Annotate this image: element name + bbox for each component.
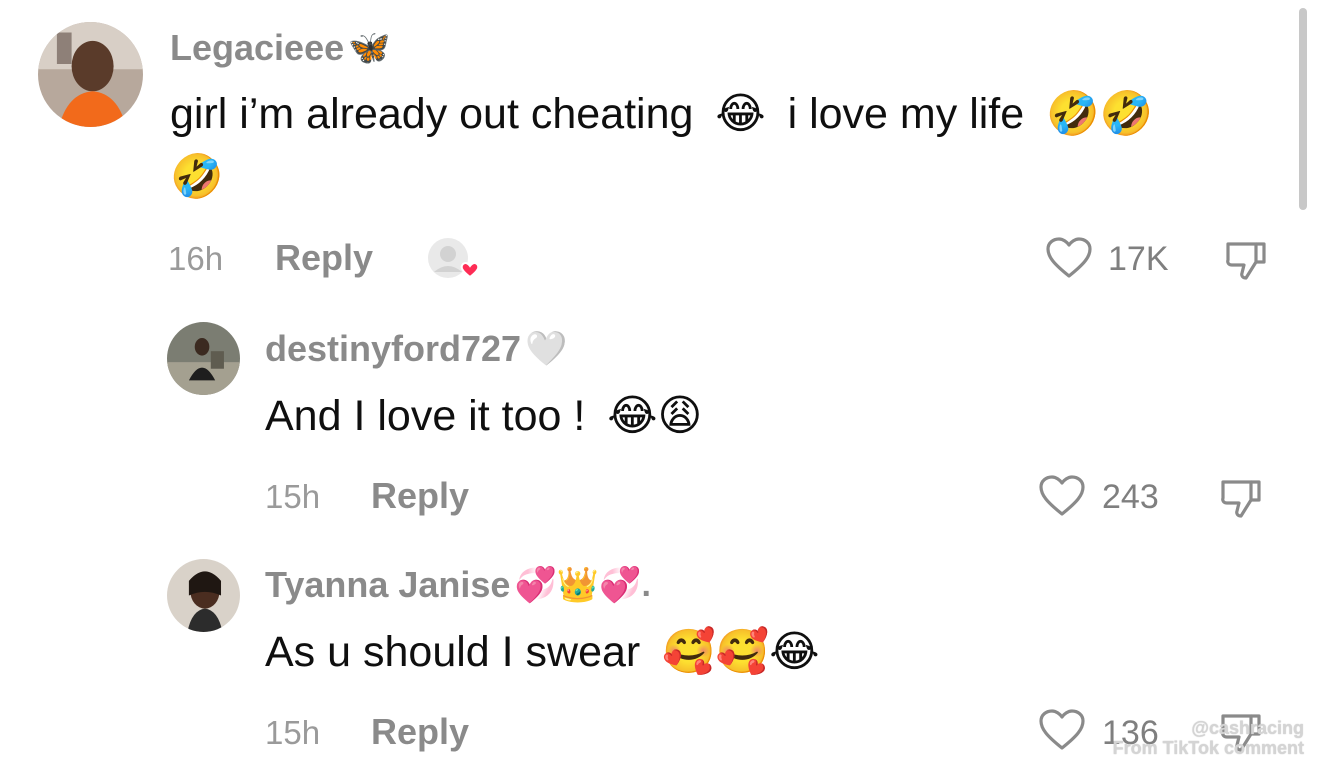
smiling-hearts-emoji: 🥰🥰😂 xyxy=(662,627,820,677)
butterfly-icon: 🦋 xyxy=(348,29,391,67)
comment-text-line-2: 🤣 xyxy=(170,145,224,209)
tears-of-joy-emoji: 😂 xyxy=(715,89,766,139)
comment-item: Legacieee 🦋 girl i’m already out cheatin… xyxy=(0,0,1320,300)
username-text: Tyanna Janise xyxy=(265,564,511,605)
hearts-crown-icon: 💞👑💞. xyxy=(514,566,651,604)
comment-text: And I love it too ! 😂😩 xyxy=(265,384,702,448)
comment-text-part: girl i’m already out cheating xyxy=(170,90,694,138)
reply-button[interactable]: Reply xyxy=(371,714,469,750)
heart-icon[interactable] xyxy=(1037,474,1087,518)
comment-text: As u should I swear 🥰🥰😂 xyxy=(265,620,820,684)
comment-text-part: i love my life xyxy=(787,90,1025,138)
comment-text: girl i’m already out cheating 😂 i love m… xyxy=(170,82,1153,146)
watermark-handle: @cashracing xyxy=(1191,718,1304,738)
heart-icon[interactable] xyxy=(1044,236,1094,280)
username-text: Legacieee xyxy=(170,27,345,68)
liked-by-creator-icon xyxy=(426,236,484,282)
tiktok-watermark: @cashracing From TikTok comment xyxy=(1113,718,1304,758)
heart-icon[interactable] xyxy=(1037,708,1087,752)
username[interactable]: Legacieee 🦋 xyxy=(170,30,390,66)
rofl-emoji: 🤣🤣 xyxy=(1046,89,1154,139)
reply-button[interactable]: Reply xyxy=(371,478,469,514)
watermark-caption: From TikTok comment xyxy=(1112,738,1304,758)
avatar[interactable] xyxy=(38,22,143,127)
username[interactable]: Tyanna Janise 💞👑💞. xyxy=(265,567,651,603)
comment-item: destinyford727 🤍 And I love it too ! 😂😩 … xyxy=(0,300,1320,540)
like-count: 17K xyxy=(1108,240,1169,278)
dislike-icon[interactable] xyxy=(1217,474,1265,522)
username-text: destinyford727 xyxy=(265,328,522,369)
comment-text-part: And I love it too ! xyxy=(265,392,586,440)
reply-button[interactable]: Reply xyxy=(275,240,373,276)
comment-time: 15h xyxy=(265,714,321,751)
avatar[interactable] xyxy=(167,559,240,632)
comment-text-part: As u should I swear xyxy=(265,628,641,676)
avatar[interactable] xyxy=(167,322,240,395)
like-count: 243 xyxy=(1102,478,1159,516)
rofl-emoji: 🤣 xyxy=(170,152,224,202)
comment-time: 15h xyxy=(265,478,321,515)
dislike-icon[interactable] xyxy=(1222,236,1270,284)
username[interactable]: destinyford727 🤍 xyxy=(265,331,567,367)
white-heart-icon: 🤍 xyxy=(525,330,568,368)
comment-time: 16h xyxy=(168,240,224,277)
tears-of-joy-emoji: 😂😩 xyxy=(607,391,703,441)
